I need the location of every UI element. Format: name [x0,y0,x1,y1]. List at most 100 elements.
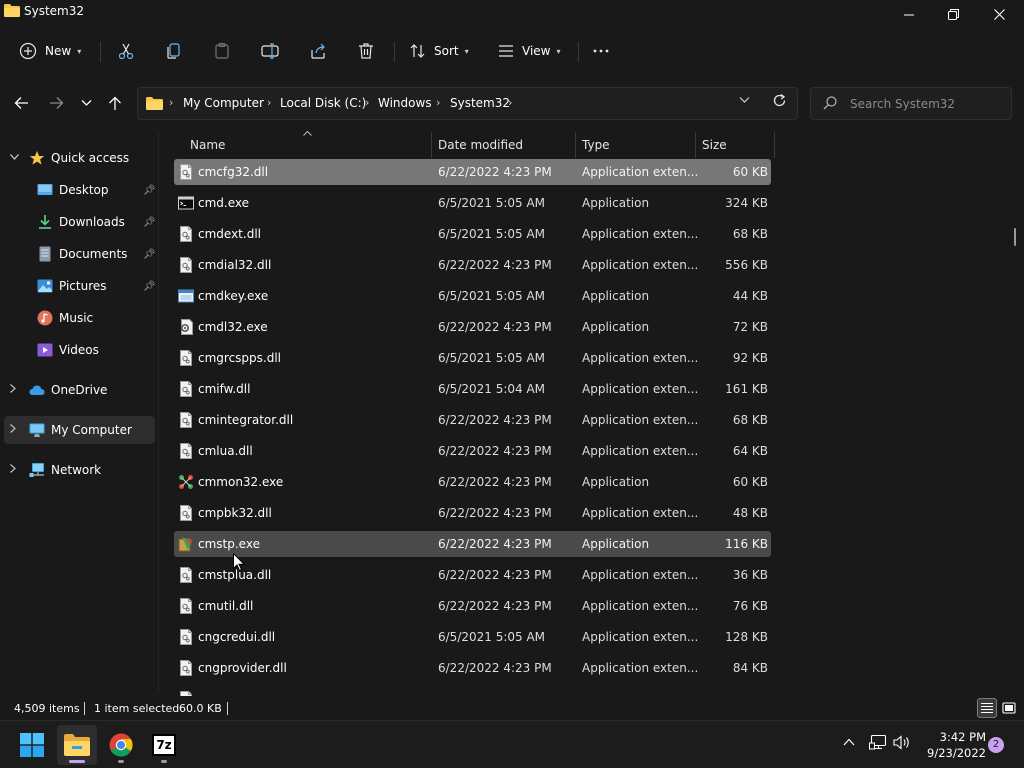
up-button[interactable] [104,91,126,115]
sidebar-item-videos[interactable]: Videos [4,336,155,364]
scrollbar-thumb[interactable] [1014,228,1016,246]
paste-button[interactable] [212,36,232,66]
copy-button[interactable] [164,36,184,66]
ethernet-icon [869,734,887,750]
active-app-indicator [69,760,85,763]
forward-button[interactable] [45,91,67,115]
sidebar-item-quick-access[interactable]: Quick access [4,144,155,172]
rename-button[interactable] [260,36,280,66]
file-name: cngcredui.dll [198,630,276,644]
taskbar-7zip[interactable]: 7z [144,725,184,765]
column-resize-handle[interactable] [575,132,576,158]
file-row[interactable]: cmintegrator.dll 6/22/2022 4:23 PM Applica… [174,407,771,433]
back-button[interactable] [10,91,32,115]
rename-icon [260,41,280,61]
search-box[interactable] [810,87,1012,120]
file-row-partial[interactable] [174,686,771,696]
column-resize-handle[interactable] [695,132,696,158]
volume-tray-button[interactable] [893,735,911,754]
share-button[interactable] [308,36,328,66]
clock-date: 9/23/2022 [927,746,986,760]
download-icon [39,215,51,229]
column-header-type[interactable]: Type [582,138,610,152]
chrome-icon [109,733,133,757]
sidebar-item-onedrive[interactable]: OneDrive [4,376,155,404]
sidebar-item-pictures[interactable]: Pictures 📌︎ [4,272,156,300]
sidebar-item-music[interactable]: Music [4,304,155,332]
minimize-button[interactable] [886,0,932,28]
file-row[interactable]: cmstp.exe 6/22/2022 4:23 PM Application 116… [174,531,771,557]
sort-button[interactable]: Sort ▾ [408,36,469,66]
file-type: Application exten... [582,444,699,458]
address-bar[interactable]: › My Computer › Local Disk (C:) › Window… [137,87,798,120]
file-row[interactable]: cmdl32.exe 6/22/2022 4:23 PM Application 72… [174,314,771,340]
network-tray-button[interactable] [869,734,887,754]
address-dropdown-button[interactable] [739,96,750,107]
file-row[interactable]: cmutil.dll 6/22/2022 4:23 PM Application e… [174,593,771,619]
new-button[interactable]: New ▾ [18,36,81,66]
column-resize-handle[interactable] [431,132,432,158]
chevron-right-icon[interactable] [10,464,16,476]
file-row[interactable]: cmdkey.exe 6/5/2021 5:05 AM Application 44 … [174,283,771,309]
chevron-right-icon[interactable] [10,424,16,436]
column-header-name[interactable]: Name [190,138,225,152]
notification-badge[interactable]: 2 [988,737,1004,753]
file-row[interactable]: cngprovider.dll 6/22/2022 4:23 PM Applicat… [174,655,771,681]
file-date-modified: 6/22/2022 4:23 PM [438,537,552,551]
column-header-size[interactable]: Size [702,138,727,152]
restore-button[interactable] [930,0,976,28]
file-row[interactable]: cmpbk32.dll 6/22/2022 4:23 PM Application … [174,500,771,526]
file-row[interactable]: cmifw.dll 6/5/2021 5:04 AM Application ext… [174,376,771,402]
taskbar-chrome[interactable] [101,725,141,765]
more-options-button[interactable] [591,36,611,66]
close-button[interactable] [976,0,1022,28]
sidebar-item-downloads[interactable]: Downloads 📌︎ [4,208,156,236]
chevron-right-icon[interactable] [10,384,16,396]
navigation-pane: Quick access Desktop 📌︎ Downloads 📌︎ Doc… [0,132,158,692]
dll-icon [178,567,194,583]
search-input[interactable] [850,95,1000,113]
taskbar-file-explorer[interactable] [57,725,97,765]
details-view-button[interactable] [977,698,997,718]
clipboard-icon [212,41,232,61]
show-hidden-icons-button[interactable] [843,735,855,750]
breadcrumb-my-computer[interactable]: My Computer [183,96,264,110]
file-row[interactable]: cmgrcspps.dll 6/5/2021 5:05 AM Application… [174,345,771,371]
file-size: 324 KB [725,196,768,210]
file-row[interactable]: cmcfg32.dll 6/22/2022 4:23 PM Application … [174,159,771,185]
breadcrumb-local-disk[interactable]: Local Disk (C:) [280,96,366,110]
file-row[interactable]: cmmon32.exe 6/22/2022 4:23 PM Application 6… [174,469,771,495]
breadcrumb-windows[interactable]: Windows [378,96,432,110]
file-type: Application [582,475,650,489]
pane-divider[interactable] [158,132,159,692]
file-row[interactable]: cngcredui.dll 6/5/2021 5:05 AM Application… [174,624,771,650]
sidebar-item-documents[interactable]: Documents 📌︎ [4,240,156,268]
view-button[interactable]: View ▾ [496,36,561,66]
file-date-modified: 6/22/2022 4:23 PM [438,506,552,520]
column-header-date[interactable]: Date modified [438,138,523,152]
app-window-icon [178,288,194,304]
breadcrumb-system32[interactable]: System32 [450,96,510,110]
taskbar-clock[interactable]: 3:42 PM 9/23/2022 [918,729,986,761]
delete-button[interactable] [356,36,376,66]
start-button[interactable] [12,725,52,765]
sidebar-item-network[interactable]: Network [4,456,155,484]
cut-button[interactable] [116,36,136,66]
sidebar-item-my-computer[interactable]: My Computer [4,416,155,444]
chevron-down-icon[interactable] [10,153,19,163]
speaker-icon [893,735,909,750]
file-row[interactable]: cmstplua.dll 6/22/2022 4:23 PM Application… [174,562,771,588]
file-row[interactable]: cmdial32.dll 6/22/2022 4:23 PM Application… [174,252,771,278]
close-icon [993,8,1005,20]
file-row[interactable]: cmlua.dll 6/22/2022 4:23 PM Application ex… [174,438,771,464]
arrow-left-icon [14,97,28,109]
file-row[interactable]: cmd.exe 6/5/2021 5:05 AM Application 324 KB [174,190,771,216]
sidebar-item-desktop[interactable]: Desktop 📌︎ [4,176,156,204]
column-resize-handle[interactable] [774,132,775,158]
recent-locations-button[interactable] [75,91,97,115]
file-row[interactable]: cmdext.dll 6/5/2021 5:05 AM Application ex… [174,221,771,247]
refresh-button[interactable] [772,93,787,112]
large-icons-view-button[interactable] [999,698,1019,718]
file-type: Application exten... [582,413,699,427]
chevron-down-icon: ▾ [77,46,82,56]
